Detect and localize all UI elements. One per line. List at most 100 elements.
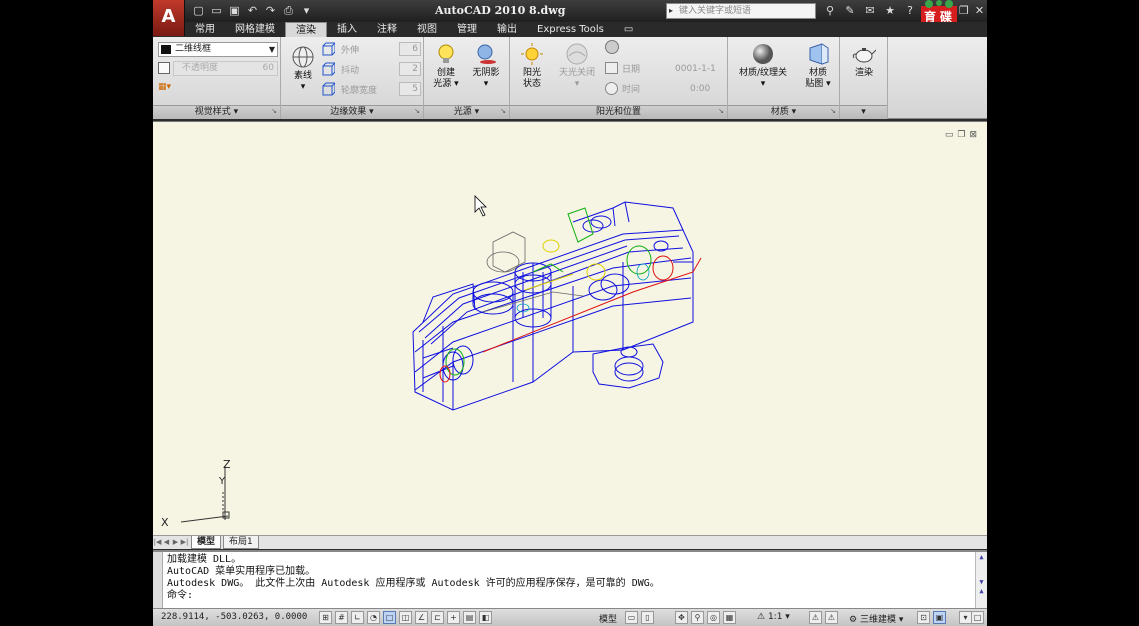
layout-icon-2[interactable]: ▯ — [641, 611, 654, 624]
polar-button[interactable]: ◔ — [367, 611, 380, 624]
toolbar-lock-icon[interactable]: ▣ — [933, 611, 946, 624]
panel-materials: 材质/纹理关 ▾ 材质 贴图 ▾ 材质 ▾ ↘ — [728, 37, 840, 119]
time-value[interactable]: 0:00 — [690, 81, 710, 96]
scroll-up2-icon[interactable]: ▲ — [976, 586, 987, 597]
tab-view[interactable]: 视图 — [407, 22, 447, 37]
restore-icon[interactable]: ❐ — [959, 4, 969, 17]
date-value[interactable]: 0001-1-1 — [675, 61, 716, 76]
visual-style-select[interactable]: 二维线框 ▼ — [158, 42, 278, 57]
tab-output[interactable]: 输出 — [487, 22, 527, 37]
tab-express-tools[interactable]: Express Tools — [527, 22, 614, 37]
print-icon[interactable]: ⎙ — [281, 3, 296, 18]
lock-icon[interactable]: ⊡ — [917, 611, 930, 624]
sun-status-button[interactable]: 阳光 状态 — [512, 42, 552, 90]
close-icon[interactable]: ✕ — [975, 4, 984, 17]
overhang-label: 外伸 — [341, 46, 360, 56]
cube-blue-icon[interactable] — [321, 42, 337, 56]
new-icon[interactable]: ▢ — [191, 3, 206, 18]
prev-tab-icon[interactable]: ◀ — [162, 538, 171, 548]
communication-icon[interactable]: ✉ — [863, 3, 877, 18]
silhouette-value[interactable]: 5 — [399, 82, 421, 96]
panel-title-render[interactable]: ▾ — [840, 105, 887, 119]
first-tab-icon[interactable]: |◀ — [153, 538, 162, 548]
panel-title-materials[interactable]: 材质 ▾ ↘ — [728, 105, 839, 119]
wireframe-model[interactable] — [153, 122, 987, 536]
color-palette-icon[interactable]: ▦▾ — [158, 82, 174, 94]
panel-title-visual-styles[interactable]: 视觉样式 ▾ ↘ — [153, 105, 280, 119]
ortho-button[interactable]: ∟ — [351, 611, 364, 624]
binoculars-icon[interactable]: ⚲ — [823, 3, 837, 18]
ribbon-toggle-icon[interactable]: ▭ — [614, 22, 643, 37]
materials-textures-button[interactable]: 材质/纹理关 ▾ — [730, 42, 796, 90]
overhang-value[interactable]: 6 — [399, 42, 421, 56]
redo-icon[interactable]: ↷ — [263, 3, 278, 18]
material-mapping-button[interactable]: 材质 贴图 ▾ — [798, 42, 838, 90]
date-label: 日期 — [622, 65, 641, 75]
no-shadows-button[interactable]: 无阴影 ▾ — [466, 42, 506, 90]
steeringwheel-icon[interactable]: ◎ — [707, 611, 720, 624]
osnap-button[interactable]: □ — [383, 611, 396, 624]
snap-mode-button[interactable]: ⊞ — [319, 611, 332, 624]
next-tab-icon[interactable]: ▶ — [171, 538, 180, 548]
command-grip[interactable] — [153, 552, 163, 608]
lineweight-button[interactable]: ▤ — [463, 611, 476, 624]
tab-render[interactable]: 渲染 — [285, 22, 327, 37]
undo-icon[interactable]: ↶ — [245, 3, 260, 18]
sky-off-button[interactable]: 天光关闭 ▾ — [552, 42, 602, 90]
mapping-icon — [809, 43, 829, 65]
annotation-scale[interactable]: ⚠ 1:1 ▾ — [757, 612, 790, 622]
wrench-icon[interactable]: ✎ — [843, 3, 857, 18]
qat-dropdown-icon[interactable]: ▾ — [299, 3, 314, 18]
quick-properties-button[interactable]: ◧ — [479, 611, 492, 624]
command-prompt[interactable]: 命令: — [167, 590, 193, 602]
clean-screen-icon[interactable]: □ — [971, 611, 984, 624]
annotation-visibility-icon[interactable]: ⚠ — [809, 611, 822, 624]
ducs-button[interactable]: ⊏ — [431, 611, 444, 624]
save-icon[interactable]: ▣ — [227, 3, 242, 18]
tab-model[interactable]: 模型 — [191, 536, 222, 549]
ribbon-panel: 二维线框 ▼ 不透明度 60 ▦▾ 视觉样式 ▾ ↘ 素线 ▾ 外伸 6 抖动 2 — [153, 37, 987, 119]
command-window[interactable]: 加载建模 DLL。 AutoCAD 菜单实用程序已加载。 Autodesk DW… — [153, 550, 987, 608]
dyn-button[interactable]: + — [447, 611, 460, 624]
opacity-slider[interactable]: 不透明度 60 — [173, 61, 278, 76]
tab-home[interactable]: 常用 — [185, 22, 225, 37]
search-input[interactable]: 键入关键字或短语 — [666, 3, 816, 19]
search-expand-icon[interactable]: ▸ — [666, 3, 676, 19]
panel-title-edge-effects[interactable]: 边缘效果 ▾ ↘ — [281, 105, 423, 119]
favorites-icon[interactable]: ★ — [883, 3, 897, 18]
grid-button[interactable]: # — [335, 611, 348, 624]
create-light-button[interactable]: 创建 光源 ▾ — [426, 42, 466, 90]
coordinate-readout[interactable]: 228.9114, -503.0263, 0.0000 — [161, 612, 307, 622]
jitter-value[interactable]: 2 — [399, 62, 421, 76]
zoom-icon[interactable]: ⚲ — [691, 611, 704, 624]
cube-blue-icon-2[interactable] — [321, 62, 337, 76]
open-icon[interactable]: ▭ — [209, 3, 224, 18]
otrack-button[interactable]: ∠ — [415, 611, 428, 624]
tab-manage[interactable]: 管理 — [447, 22, 487, 37]
tab-mesh-modeling[interactable]: 网格建模 — [225, 22, 285, 37]
sun-properties-icon[interactable] — [605, 40, 619, 54]
pan-icon[interactable]: ✥ — [675, 611, 688, 624]
title-bar: ▢ ▭ ▣ ↶ ↷ ⎙ ▾ AutoCAD 2010 8.dwg 键入关键字或短… — [153, 0, 987, 38]
application-menu-button[interactable]: A — [153, 0, 185, 36]
3dosnap-button[interactable]: ◫ — [399, 611, 412, 624]
cube-blue-icon-3[interactable] — [321, 82, 337, 96]
face-style-icon[interactable] — [158, 62, 170, 74]
help-icon[interactable]: ? — [903, 3, 917, 18]
last-tab-icon[interactable]: ▶| — [180, 538, 189, 548]
isolines-button[interactable]: 素线 ▾ — [283, 45, 323, 93]
scroll-up-icon[interactable]: ▲ — [976, 552, 987, 563]
auto-scale-icon[interactable]: ⚠ — [825, 611, 838, 624]
workspace-switch[interactable]: ⚙ 三维建模 ▾ — [849, 612, 903, 625]
model-space-label[interactable]: 模型 — [599, 612, 617, 625]
render-button[interactable]: 渲染 — [844, 42, 884, 79]
layout-icon[interactable]: ▭ — [625, 611, 638, 624]
drawing-viewport[interactable]: ▭ ❐ ⊠ X Y Z — [153, 121, 987, 535]
command-scrollbar[interactable]: ▲ ▼ ▲ — [975, 552, 987, 608]
panel-title-sun-location[interactable]: 阳光和位置 ↘ — [510, 105, 727, 119]
tab-layout1[interactable]: 布局1 — [223, 536, 259, 549]
panel-title-lights[interactable]: 光源 ▾ ↘ — [424, 105, 509, 119]
tab-insert[interactable]: 插入 — [327, 22, 367, 37]
showmotion-icon[interactable]: ▦ — [723, 611, 736, 624]
tab-annotate[interactable]: 注释 — [367, 22, 407, 37]
